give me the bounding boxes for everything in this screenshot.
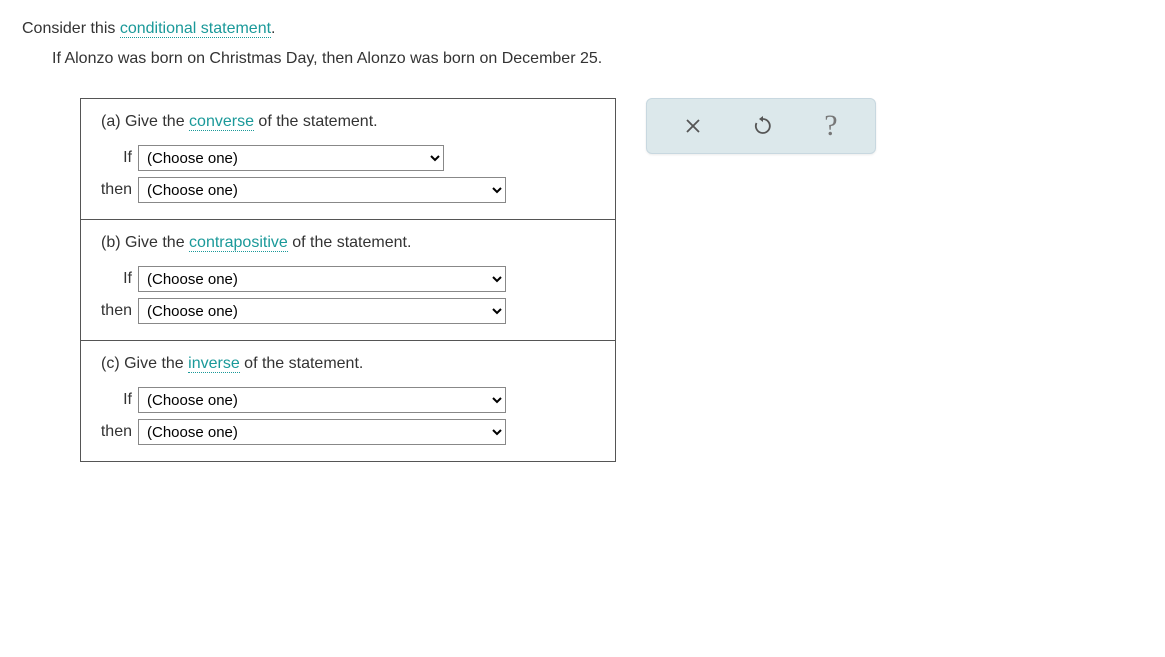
contrapositive-link[interactable]: contrapositive <box>189 234 288 252</box>
close-icon <box>684 117 702 135</box>
part-b-before: Give the <box>121 234 189 251</box>
reset-button[interactable] <box>747 110 779 142</box>
question-box: (a) Give the converse of the statement. … <box>80 98 616 462</box>
part-c: (c) Give the inverse of the statement. I… <box>81 341 615 461</box>
part-c-label: (c) <box>101 355 120 372</box>
part-c-prompt: (c) Give the inverse of the statement. <box>81 355 615 385</box>
toolbar: ? <box>646 98 876 154</box>
part-c-then-select[interactable]: (Choose one) <box>138 419 506 445</box>
then-label: then <box>93 302 138 320</box>
part-b-then-select[interactable]: (Choose one) <box>138 298 506 324</box>
part-c-after: of the statement. <box>240 355 364 372</box>
help-icon: ? <box>824 111 837 141</box>
intro-suffix: . <box>271 20 275 37</box>
conditional-statement-link[interactable]: conditional statement <box>120 20 271 38</box>
close-button[interactable] <box>678 111 708 141</box>
if-label: If <box>93 149 138 167</box>
part-b-after: of the statement. <box>288 234 412 251</box>
part-a-before: Give the <box>121 113 189 130</box>
reset-icon <box>753 116 773 136</box>
help-button[interactable]: ? <box>818 105 843 147</box>
part-b-prompt: (b) Give the contrapositive of the state… <box>81 234 615 264</box>
part-b-label: (b) <box>101 234 121 251</box>
given-statement: If Alonzo was born on Christmas Day, the… <box>52 50 1143 68</box>
intro-text: Consider this conditional statement. <box>22 20 1143 38</box>
part-a-then-select[interactable]: (Choose one) <box>138 177 506 203</box>
intro-prefix: Consider this <box>22 20 120 37</box>
part-a-prompt: (a) Give the converse of the statement. <box>81 113 615 143</box>
part-b-if-select[interactable]: (Choose one) <box>138 266 506 292</box>
inverse-link[interactable]: inverse <box>188 355 240 373</box>
part-a: (a) Give the converse of the statement. … <box>81 99 615 220</box>
converse-link[interactable]: converse <box>189 113 254 131</box>
part-a-if-select[interactable]: (Choose one) <box>138 145 444 171</box>
if-label: If <box>93 391 138 409</box>
part-c-if-select[interactable]: (Choose one) <box>138 387 506 413</box>
if-label: If <box>93 270 138 288</box>
part-a-after: of the statement. <box>254 113 378 130</box>
part-c-before: Give the <box>120 355 188 372</box>
then-label: then <box>93 423 138 441</box>
then-label: then <box>93 181 138 199</box>
part-b: (b) Give the contrapositive of the state… <box>81 220 615 341</box>
part-a-label: (a) <box>101 113 121 130</box>
